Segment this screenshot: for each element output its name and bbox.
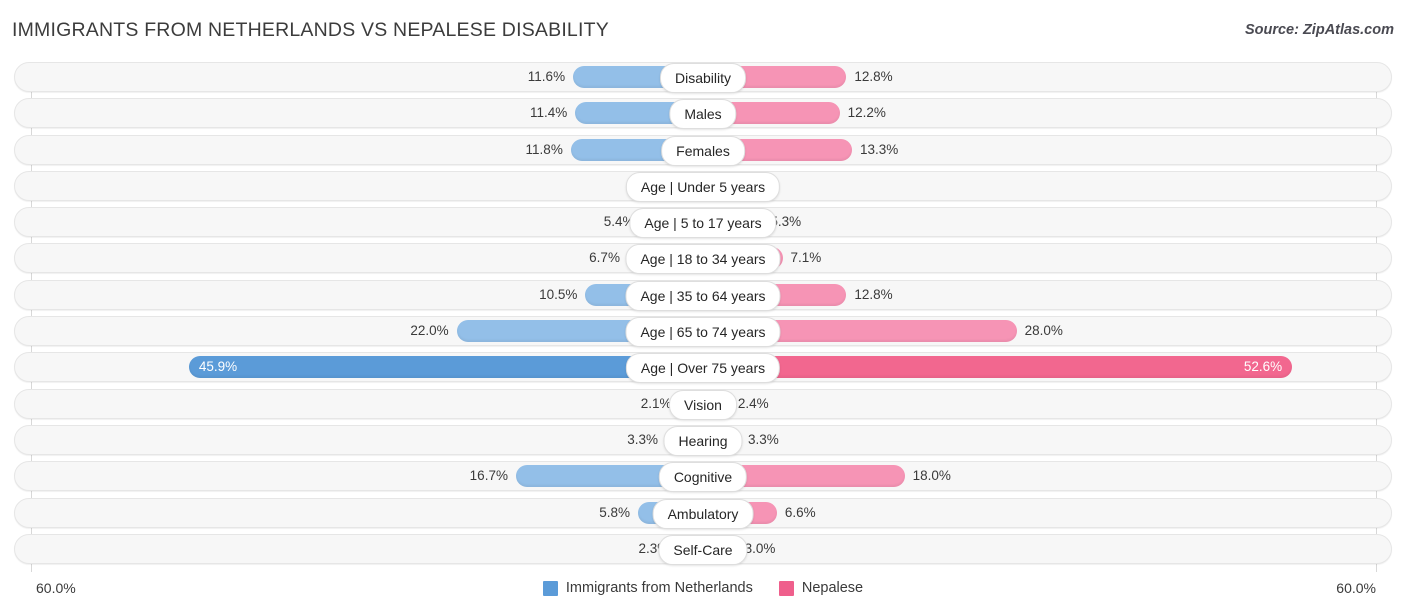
row-category-label[interactable]: Males — [669, 99, 737, 130]
table-row[interactable]: 6.7% 7.1% Age | 18 to 34 years — [0, 243, 1406, 275]
row-category-label[interactable]: Age | 65 to 74 years — [625, 317, 781, 348]
bar-right-value: 12.2% — [847, 105, 886, 121]
bar-right-value: 12.8% — [854, 286, 893, 302]
row-category-label[interactable]: Age | 5 to 17 years — [629, 208, 777, 239]
bar-left-value: 2.3% — [638, 540, 670, 556]
row-category-label[interactable]: Age | Over 75 years — [625, 353, 781, 384]
row-category-label[interactable]: Females — [661, 135, 745, 166]
row-category-label[interactable]: Age | Under 5 years — [625, 171, 781, 202]
bar-left-value: 5.8% — [599, 504, 631, 520]
bar-right-value: 3.0% — [744, 540, 776, 556]
bar-left-value: 2.1% — [640, 395, 672, 411]
chart-plot-area: 11.6% 12.8% Disability 11.4% 12.2% Males 11.8%… — [0, 62, 1406, 572]
chart-legend: Immigrants from Netherlands Nepalese — [0, 576, 1406, 600]
source-attribution: Source: ZipAtlas.com — [1244, 22, 1394, 38]
chart-page: IMMIGRANTS FROM NETHERLANDS VS NEPALESE … — [0, 0, 1406, 612]
bar-left-value: 10.5% — [539, 286, 578, 302]
bar-right-value: 18.0% — [912, 468, 951, 484]
bar-left-value: 5.4% — [603, 214, 635, 230]
bar-left-value: 11.4% — [530, 105, 568, 121]
table-row[interactable]: 45.9% 52.6% Age | Over 75 years — [0, 352, 1406, 384]
row-category-label[interactable]: Hearing — [663, 425, 743, 456]
row-category-label[interactable]: Cognitive — [658, 462, 748, 493]
legend-item[interactable]: Nepalese — [778, 580, 864, 596]
table-row[interactable]: 22.0% 28.0% Age | 65 to 74 years — [0, 316, 1406, 348]
row-category-label[interactable]: Age | 35 to 64 years — [625, 280, 781, 311]
bar-right-value: 7.1% — [790, 250, 822, 266]
legend-swatch-icon — [542, 580, 558, 596]
bar-right-value: 6.6% — [784, 504, 816, 520]
table-row[interactable]: 11.6% 12.8% Disability — [0, 62, 1406, 93]
table-row[interactable]: 5.4% 5.3% Age | 5 to 17 years — [0, 207, 1406, 239]
bar-right-value: 3.3% — [747, 431, 779, 447]
table-row[interactable]: 2.1% 2.4% Vision — [0, 388, 1406, 420]
bar-left-value: 11.8% — [525, 141, 563, 157]
row-category-label[interactable]: Vision — [669, 389, 737, 420]
bar-right[interactable] — [703, 356, 1293, 379]
bar-left-value: 11.6% — [527, 69, 566, 84]
chart-footer: 60.0% 60.0% Immigrants from Netherlands N… — [0, 576, 1406, 606]
bar-right-value: 12.8% — [854, 69, 893, 84]
table-row[interactable]: 2.3% 3.0% Self-Care — [0, 533, 1406, 565]
table-row[interactable]: 11.8% 13.3% Females — [0, 134, 1406, 166]
row-category-label[interactable]: Self-Care — [658, 534, 748, 565]
legend-label: Nepalese — [801, 580, 864, 596]
bar-left-value: 22.0% — [410, 323, 449, 339]
row-category-label[interactable]: Age | 18 to 34 years — [625, 244, 781, 275]
chart-rows: 11.6% 12.8% Disability 11.4% 12.2% Males 11.8%… — [0, 62, 1406, 570]
legend-label: Immigrants from Netherlands — [565, 580, 753, 596]
table-row[interactable]: 3.3% 3.3% Hearing — [0, 424, 1406, 456]
row-category-label[interactable]: Ambulatory — [652, 498, 754, 529]
bar-right-value: 13.3% — [859, 141, 899, 157]
table-row[interactable]: 10.5% 12.8% Age | 35 to 64 years — [0, 279, 1406, 311]
page-title: IMMIGRANTS FROM NETHERLANDS VS NEPALESE … — [12, 19, 609, 41]
bar-right-value: 2.4% — [737, 395, 769, 411]
bar-right-value: 52.6% — [1243, 359, 1283, 375]
table-row[interactable]: 11.4% 12.2% Males — [0, 98, 1406, 130]
table-row[interactable]: 1.4%0.97%Age | Under 5 years — [0, 170, 1406, 202]
legend-swatch-icon — [778, 580, 794, 596]
bar-right-value: 28.0% — [1024, 323, 1063, 339]
bar-left-value: 16.7% — [469, 468, 508, 484]
bar-left-value: 45.9% — [198, 359, 238, 375]
legend-item[interactable]: Immigrants from Netherlands — [542, 580, 753, 596]
bar-left-value: 6.7% — [589, 250, 620, 266]
row-category-label[interactable]: Disability — [659, 63, 747, 93]
table-row[interactable]: 16.7% 18.0% Cognitive — [0, 461, 1406, 493]
table-row[interactable]: 5.8% 6.6% Ambulatory — [0, 497, 1406, 529]
bar-left-value: 3.3% — [627, 431, 659, 447]
